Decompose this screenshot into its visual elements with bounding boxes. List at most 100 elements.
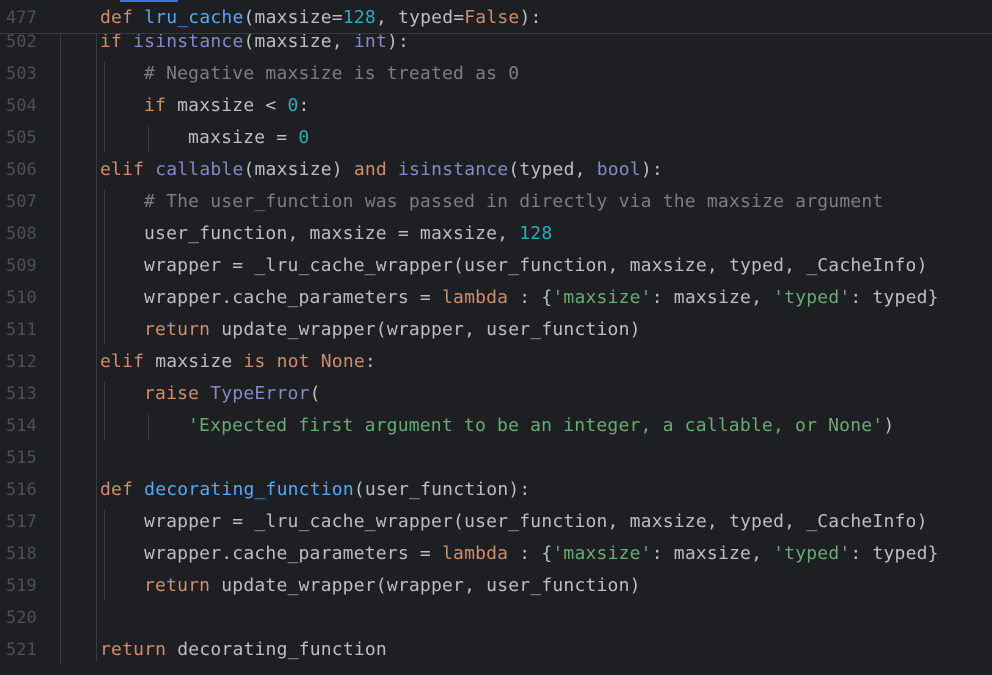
line-number: 518 xyxy=(6,544,37,564)
code-line[interactable]: 518 wrapper.cache_parameters = lambda : {… xyxy=(0,538,992,570)
code-token: update_wrapper(wrapper, user_function) xyxy=(221,319,641,340)
code-token: lambda xyxy=(442,543,509,564)
code-token: is not None xyxy=(243,351,365,372)
code-token: raise xyxy=(144,383,211,404)
code-token: 'maxsize' xyxy=(552,543,652,564)
code-line[interactable]: 512 elif maxsize is not None: xyxy=(0,346,992,378)
code-token: , typed= xyxy=(375,7,465,28)
code-token: ) xyxy=(883,415,895,436)
line-number: 511 xyxy=(6,320,37,340)
code-line[interactable]: 504 if maxsize < 0: xyxy=(0,90,992,122)
line-number: 521 xyxy=(6,640,37,660)
code-line[interactable]: 516 def decorating_function(user_function… xyxy=(0,474,992,506)
code-token: 0 xyxy=(287,95,299,116)
code-token: : typed} xyxy=(850,543,939,564)
code-line[interactable]: 519 return update_wrapper(wrapper, user_f… xyxy=(0,570,992,602)
code-token: decorating_function xyxy=(144,479,354,500)
code-token: False xyxy=(464,7,520,28)
line-number: 520 xyxy=(6,608,37,628)
code-token: user_function, maxsize = maxsize, xyxy=(144,223,520,244)
code-line-text[interactable]: wrapper.cache_parameters = lambda : {'ma… xyxy=(144,287,939,309)
line-number: 504 xyxy=(6,96,37,116)
code-line-text[interactable]: # The user_function was passed in direct… xyxy=(144,191,883,213)
code-token: return xyxy=(144,319,222,340)
code-token: (maxsize) xyxy=(243,159,354,180)
line-number: 513 xyxy=(6,384,37,404)
code-line-text[interactable]: wrapper = _lru_cache_wrapper(user_functi… xyxy=(144,255,928,277)
line-number: 503 xyxy=(6,64,37,84)
code-token: bool xyxy=(596,159,641,180)
code-line[interactable]: 503 # Negative maxsize is treated as 0 xyxy=(0,58,992,90)
code-line-text[interactable]: 'Expected first argument to be an intege… xyxy=(188,415,894,437)
code-token: return xyxy=(144,575,222,596)
code-token: # Negative maxsize is treated as 0 xyxy=(144,63,520,84)
line-number: 516 xyxy=(6,480,37,500)
code-token: 'Expected first argument to be an intege… xyxy=(188,415,884,436)
line-number: 502 xyxy=(6,32,37,52)
line-number: 510 xyxy=(6,288,37,308)
indent-guide xyxy=(104,190,105,344)
code-line-text[interactable]: user_function, maxsize = maxsize, 128 xyxy=(144,223,552,245)
code-line[interactable]: 511 return update_wrapper(wrapper, user_f… xyxy=(0,314,992,346)
code-line-text[interactable]: def decorating_function(user_function): xyxy=(100,479,530,501)
code-token: : xyxy=(298,95,310,116)
code-token: decorating_function xyxy=(177,639,387,660)
code-token: def xyxy=(100,479,145,500)
code-line[interactable]: 508 user_function, maxsize = maxsize, 128 xyxy=(0,218,992,250)
code-token: 'typed' xyxy=(773,287,851,308)
code-line-text[interactable]: def lru_cache(maxsize=128, typed=False): xyxy=(100,7,542,29)
code-line[interactable]: 506 elif callable(maxsize) and isinstance… xyxy=(0,154,992,186)
line-number: 515 xyxy=(6,448,37,468)
code-line[interactable]: 509 wrapper = _lru_cache_wrapper(user_fun… xyxy=(0,250,992,282)
code-token: 128 xyxy=(519,223,553,244)
code-token: ): xyxy=(519,7,542,28)
indent-guide xyxy=(148,414,149,440)
code-line-text[interactable]: elif callable(maxsize) and isinstance(ty… xyxy=(100,159,663,181)
code-line-text[interactable]: # Negative maxsize is treated as 0 xyxy=(144,63,519,85)
code-token: 0 xyxy=(298,127,310,148)
code-token: maxsize < xyxy=(177,95,288,116)
code-line[interactable]: 513 raise TypeError( xyxy=(0,378,992,410)
code-line-text[interactable]: if isinstance(maxsize, int): xyxy=(100,31,409,53)
code-line-text[interactable]: return decorating_function xyxy=(100,639,387,661)
code-editor[interactable]: 477 def lru_cache(maxsize=128, typed=Fal… xyxy=(0,0,992,675)
code-line-text[interactable]: wrapper.cache_parameters = lambda : {'ma… xyxy=(144,543,939,565)
code-line[interactable]: 521 return decorating_function xyxy=(0,634,992,666)
code-token: elif xyxy=(100,159,156,180)
code-line-text[interactable]: wrapper = _lru_cache_wrapper(user_functi… xyxy=(144,511,928,533)
code-token: isinstance xyxy=(398,159,509,180)
code-token: wrapper = _lru_cache_wrapper(user_functi… xyxy=(144,511,928,532)
code-line-text[interactable]: elif maxsize is not None: xyxy=(100,351,376,373)
code-line[interactable]: 507 # The user_function was passed in dir… xyxy=(0,186,992,218)
code-token: lru_cache xyxy=(144,7,244,28)
code-token: : maxsize, xyxy=(651,287,774,308)
code-line-text[interactable]: return update_wrapper(wrapper, user_func… xyxy=(144,575,641,597)
line-number: 509 xyxy=(6,256,37,276)
code-line-text[interactable]: maxsize = 0 xyxy=(188,127,309,149)
code-token: if xyxy=(144,95,178,116)
line-number: 512 xyxy=(6,352,37,372)
code-token: TypeError xyxy=(210,383,310,404)
code-token: isinstance xyxy=(133,31,244,52)
code-line-text[interactable]: raise TypeError( xyxy=(144,383,321,405)
code-token: 'maxsize' xyxy=(552,287,652,308)
code-token: ( xyxy=(309,383,321,404)
line-number: 505 xyxy=(6,128,37,148)
line-number: 508 xyxy=(6,224,37,244)
code-token: : maxsize, xyxy=(651,543,774,564)
code-line[interactable]: 520 xyxy=(0,602,992,634)
code-line-text[interactable]: return update_wrapper(wrapper, user_func… xyxy=(144,319,641,341)
code-line-text[interactable]: if maxsize < 0: xyxy=(144,95,310,117)
code-token: wrapper = _lru_cache_wrapper(user_functi… xyxy=(144,255,928,276)
code-token: ): xyxy=(387,31,410,52)
code-line[interactable]: 510 wrapper.cache_parameters = lambda : {… xyxy=(0,282,992,314)
code-token: : { xyxy=(508,287,553,308)
code-line[interactable]: 517 wrapper = _lru_cache_wrapper(user_fun… xyxy=(0,506,992,538)
code-line[interactable]: 515 xyxy=(0,442,992,474)
code-token: # The user_function was passed in direct… xyxy=(144,191,884,212)
code-token: : { xyxy=(508,543,553,564)
code-token: 128 xyxy=(342,7,376,28)
indent-guide xyxy=(104,62,105,152)
code-token: (user_function): xyxy=(353,479,531,500)
sticky-scope-header[interactable]: 477 def lru_cache(maxsize=128, typed=Fal… xyxy=(0,2,992,34)
